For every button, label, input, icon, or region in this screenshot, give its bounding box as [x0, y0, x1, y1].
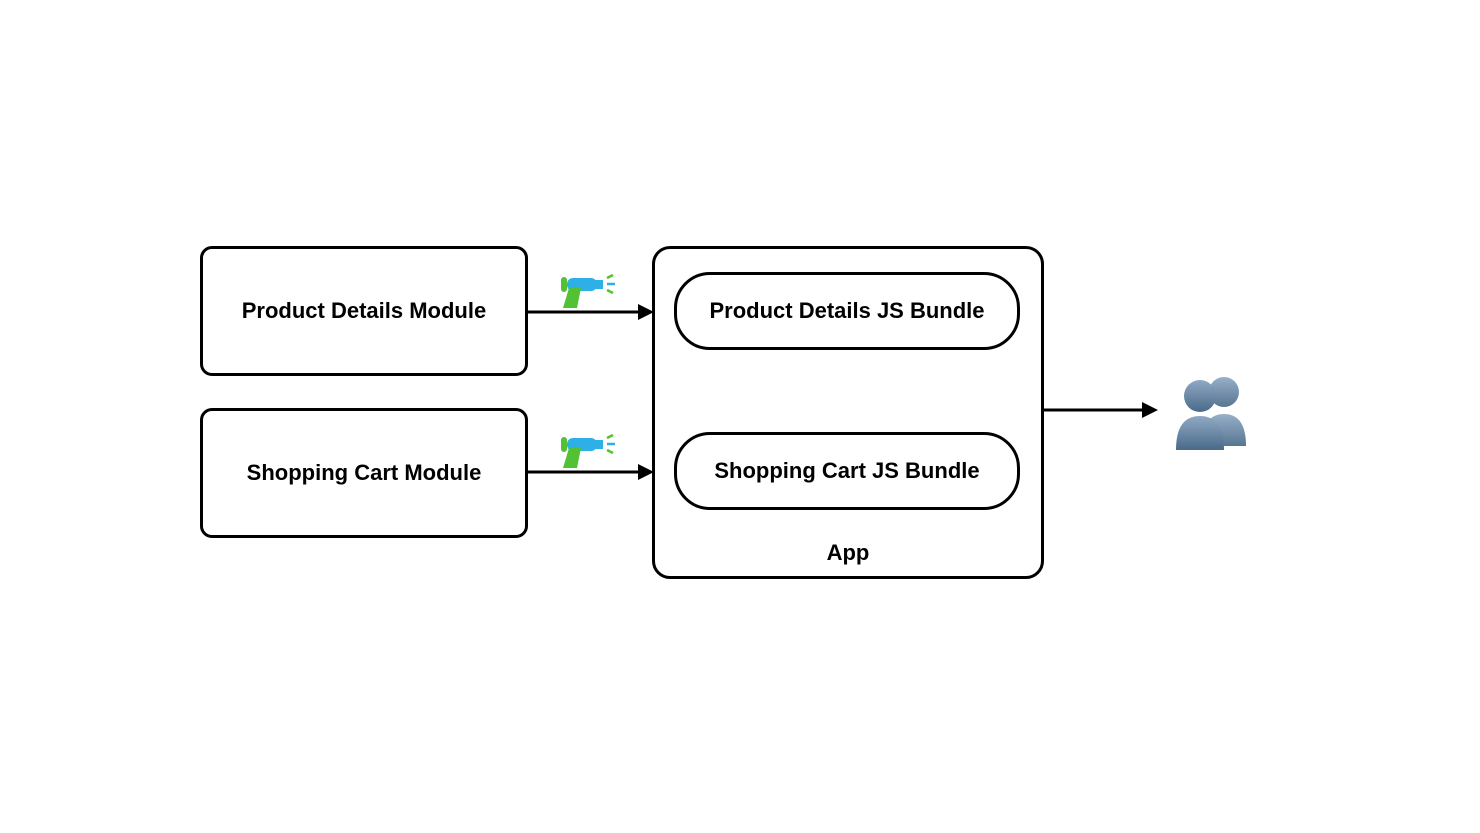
shopping-cart-module-box: Shopping Cart Module	[200, 408, 528, 538]
shopping-cart-bundle-label: Shopping Cart JS Bundle	[714, 458, 979, 484]
product-details-module-label: Product Details Module	[242, 298, 486, 324]
raygun-icon	[547, 268, 627, 313]
users-icon	[1168, 370, 1256, 452]
shopping-cart-module-label: Shopping Cart Module	[247, 460, 482, 486]
arrow-app-to-users	[1044, 398, 1164, 422]
app-label: App	[655, 540, 1041, 566]
architecture-diagram: Product Details Module Shopping Cart Mod…	[0, 0, 1480, 833]
raygun-icon	[547, 428, 627, 473]
shopping-cart-bundle-box: Shopping Cart JS Bundle	[674, 432, 1020, 510]
product-details-module-box: Product Details Module	[200, 246, 528, 376]
product-details-bundle-box: Product Details JS Bundle	[674, 272, 1020, 350]
product-details-bundle-label: Product Details JS Bundle	[709, 298, 984, 324]
